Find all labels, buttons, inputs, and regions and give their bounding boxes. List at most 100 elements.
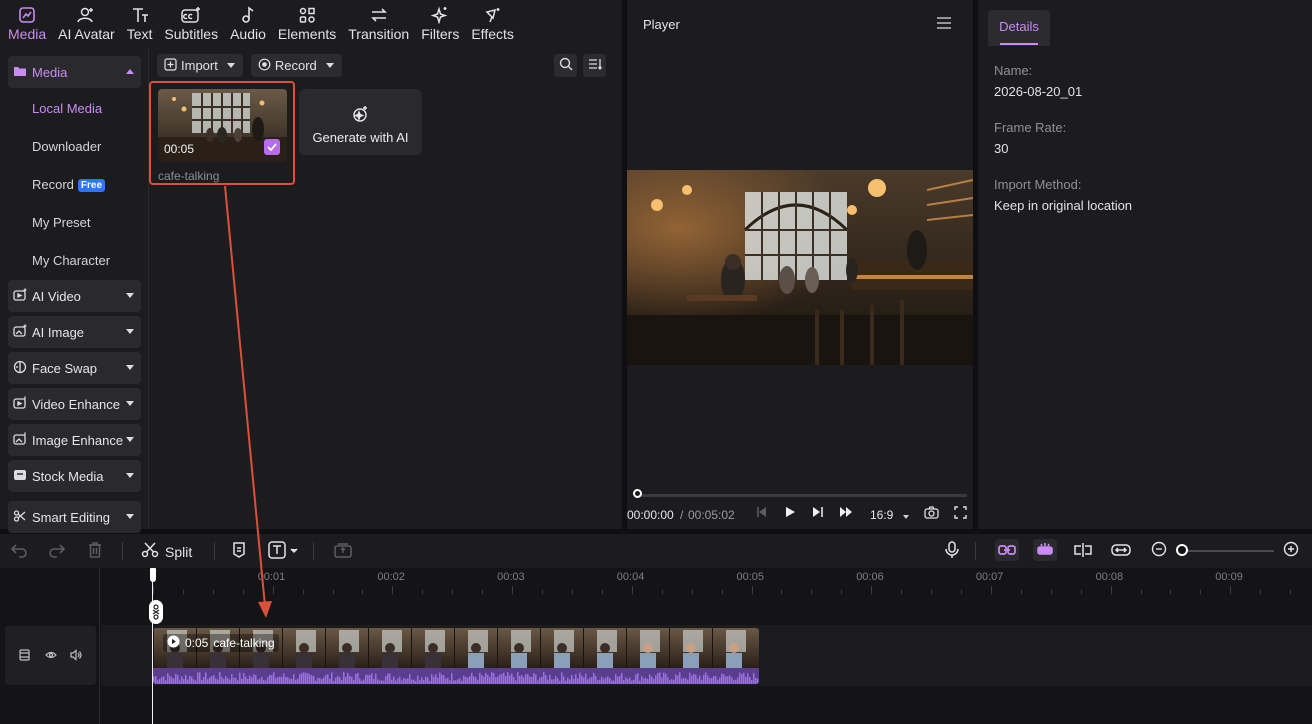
waveform-bar — [721, 673, 723, 684]
film-track-icon[interactable] — [19, 649, 30, 664]
timeline-clip-cafe-talking[interactable]: 0:05 cafe-talking — [153, 628, 759, 684]
media-item-cafe-talking[interactable]: 00:05 cafe-talking — [149, 81, 295, 185]
waveform-bar — [471, 672, 473, 684]
playhead-handle[interactable] — [150, 568, 156, 582]
sidebar-item-downloader[interactable]: Downloader — [32, 139, 101, 154]
sort-list-icon — [588, 57, 602, 74]
tab-text[interactable]: Text — [121, 0, 159, 46]
waveform-bar — [499, 674, 501, 684]
snap-icon[interactable] — [1073, 541, 1093, 559]
sidebar-item-ai-image[interactable]: AI Image — [8, 316, 141, 348]
waveform-bar — [265, 680, 267, 684]
tab-elements[interactable]: Elements — [272, 0, 342, 46]
sidebar-item-record[interactable]: Record Free — [32, 177, 106, 192]
fit-timeline-icon[interactable] — [1111, 541, 1131, 559]
waveform-bar — [671, 679, 673, 684]
waveform-bar — [271, 675, 273, 684]
marker-icon[interactable] — [231, 541, 247, 559]
waveform-bar — [461, 680, 463, 684]
next-frame-icon[interactable] — [812, 506, 824, 521]
record-button[interactable]: Record — [250, 54, 342, 77]
waveform-bar — [309, 674, 311, 684]
sidebar-item-media[interactable]: Media — [8, 56, 141, 88]
playback-scrubber[interactable] — [636, 494, 967, 497]
ruler-tick — [691, 590, 693, 594]
tab-ai-avatar[interactable]: AI Avatar — [52, 0, 121, 46]
zoom-out-icon[interactable] — [1151, 541, 1167, 557]
speaker-icon[interactable] — [70, 649, 82, 664]
undo-icon[interactable] — [10, 541, 28, 559]
waveform-bar — [431, 674, 433, 684]
text-template-button[interactable] — [268, 541, 298, 559]
media-name: cafe-talking — [158, 169, 220, 183]
tab-effects[interactable]: Effects — [465, 0, 520, 46]
sidebar-item-stock-media[interactable]: Stock Media — [8, 460, 141, 492]
split-button[interactable]: Split — [141, 541, 192, 562]
waveform-bar — [621, 672, 623, 684]
link-toggle-icon[interactable] — [995, 539, 1019, 561]
play-icon[interactable] — [784, 506, 796, 521]
sidebar-item-local-media[interactable]: Local Media — [32, 101, 102, 116]
redo-icon[interactable] — [48, 541, 66, 559]
sidebar-item-smart-editing[interactable]: Smart Editing — [8, 501, 141, 533]
menu-icon[interactable] — [937, 17, 951, 32]
zoom-in-icon[interactable] — [1283, 541, 1299, 557]
sidebar-item-video-enhance[interactable]: Video Enhance — [8, 388, 141, 420]
waveform-bar — [275, 678, 277, 684]
timeline-ruler[interactable]: 00:01 00:02 00:03 00:04 00:05 00:06 00:07 00:08… — [153, 568, 1312, 596]
sort-button[interactable] — [583, 54, 606, 77]
export-clip-icon[interactable] — [333, 541, 353, 559]
waveform-bar — [235, 677, 237, 684]
waveform-bar — [199, 672, 201, 684]
waveform-bar — [279, 676, 281, 684]
snapshot-icon[interactable] — [924, 506, 939, 522]
tab-media[interactable]: Media — [2, 0, 52, 46]
waveform-bar — [187, 679, 189, 684]
scrubber-handle[interactable] — [633, 489, 642, 498]
fullscreen-icon[interactable] — [954, 506, 967, 522]
waveform-bar — [259, 678, 261, 684]
sidebar-item-my-character[interactable]: My Character — [32, 253, 110, 268]
video-preview[interactable] — [627, 170, 973, 365]
search-button[interactable] — [554, 54, 577, 77]
tab-subtitles[interactable]: Subtitles — [158, 0, 224, 46]
waveform-bar — [405, 678, 407, 684]
waveform-bar — [505, 676, 507, 684]
divider — [122, 542, 123, 560]
zoom-slider-handle[interactable] — [1176, 544, 1188, 556]
subtitles-icon — [180, 5, 202, 25]
sidebar-item-image-enhance[interactable]: Image Enhance — [8, 424, 141, 456]
waveform-bar — [321, 679, 323, 684]
previous-frame-icon[interactable] — [755, 506, 767, 521]
tab-details[interactable]: Details — [988, 10, 1050, 46]
sidebar-item-face-swap[interactable]: Face Swap — [8, 352, 141, 384]
waveform-bar — [537, 680, 539, 684]
playhead[interactable] — [152, 568, 153, 724]
waveform-bar — [681, 678, 683, 684]
delete-icon[interactable] — [86, 541, 104, 559]
microphone-icon[interactable] — [944, 541, 960, 559]
folder-icon — [13, 65, 27, 80]
generate-with-ai-button[interactable]: Generate with AI — [299, 89, 422, 155]
tab-transition[interactable]: Transition — [342, 0, 415, 46]
waveform-bar — [231, 674, 233, 684]
waveform-bar — [545, 675, 547, 684]
zoom-slider[interactable] — [1182, 550, 1274, 552]
tab-filters[interactable]: Filters — [415, 0, 465, 46]
import-button[interactable]: Import — [157, 54, 243, 77]
split-handle-icon[interactable] — [149, 600, 163, 624]
active-tab-underline — [1000, 43, 1038, 45]
eye-icon[interactable] — [45, 649, 57, 664]
text-icon — [130, 5, 150, 25]
waveform-bar — [641, 676, 643, 684]
waveform-bar — [363, 679, 365, 684]
waveform-bar — [179, 680, 181, 684]
fast-forward-icon[interactable] — [839, 506, 853, 521]
checkbox-checked-icon[interactable] — [264, 139, 280, 155]
ai-magnet-icon[interactable] — [1033, 539, 1057, 561]
ruler-tick — [242, 590, 244, 594]
sidebar-item-ai-video[interactable]: AI Video — [8, 280, 141, 312]
aspect-ratio-select[interactable]: 16:9 — [870, 508, 893, 522]
sidebar-item-my-preset[interactable]: My Preset — [32, 215, 91, 230]
tab-audio[interactable]: Audio — [224, 0, 272, 46]
